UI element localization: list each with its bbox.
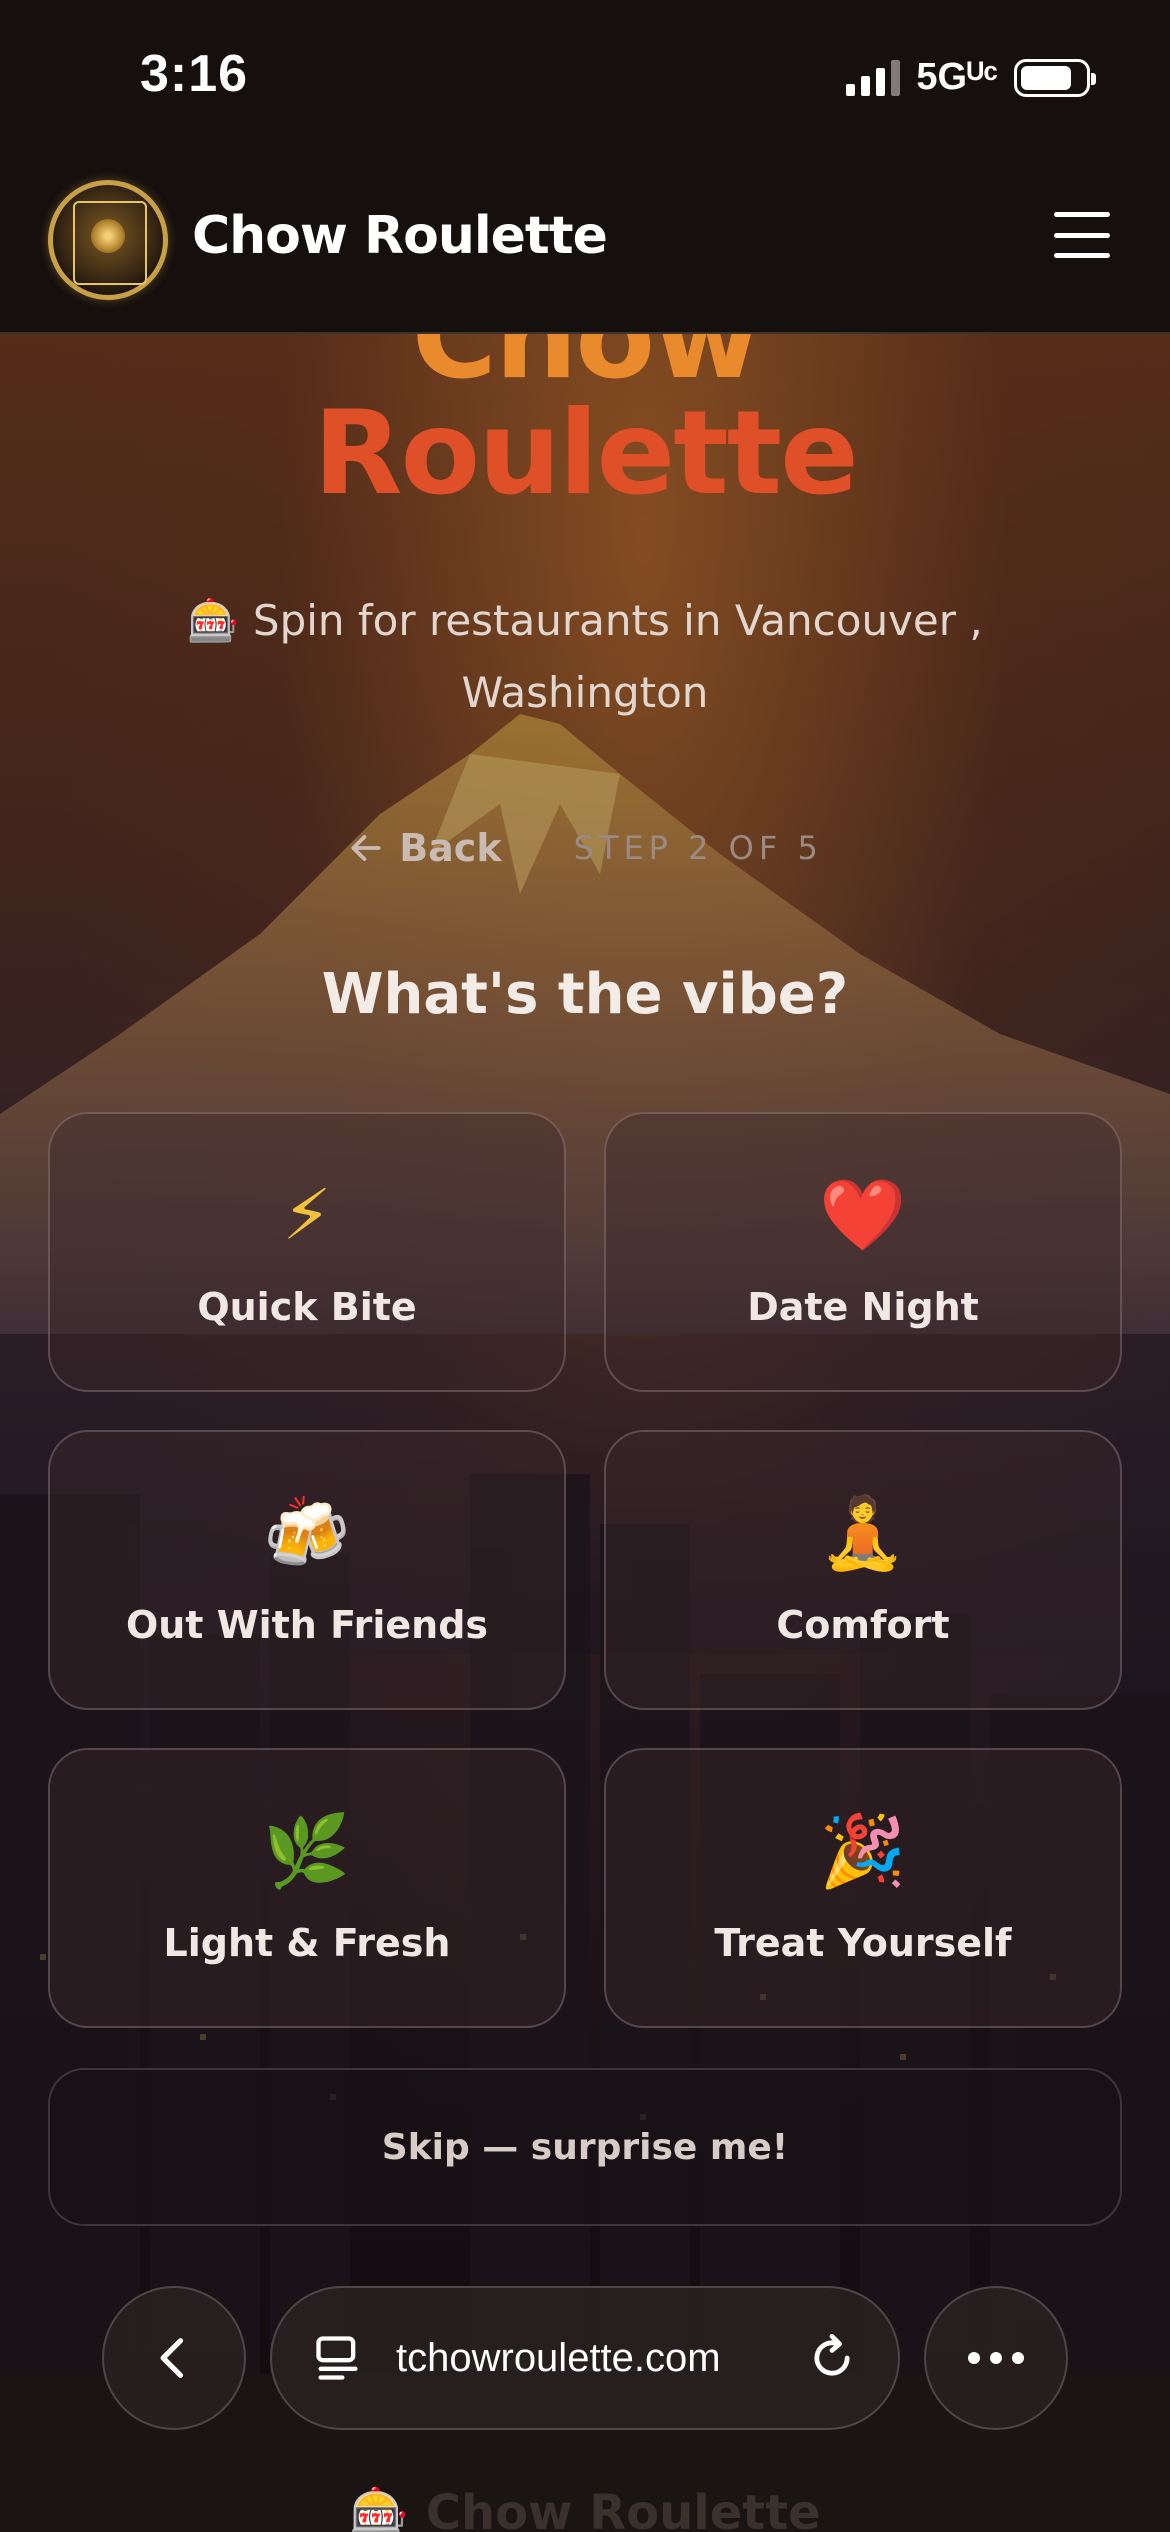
reload-icon[interactable] [806, 2332, 858, 2384]
skip-button[interactable]: Skip — surprise me! [48, 2068, 1122, 2226]
meditation-icon: 🧘 [819, 1492, 907, 1574]
status-time: 3:16 [140, 45, 249, 103]
option-comfort[interactable]: 🧘 Comfort [604, 1430, 1122, 1710]
chevron-left-icon [160, 2338, 184, 2378]
battery-icon [1014, 58, 1096, 97]
location-subtitle: 🎰 Spin for restaurants in Vancouver , Wa… [187, 596, 983, 717]
option-label: Out With Friends [125, 1603, 489, 1647]
app-logo[interactable] [48, 180, 168, 300]
option-label: Treat Yourself [714, 1921, 1012, 1965]
menu-icon[interactable] [1054, 212, 1110, 258]
lightning-icon: ⚡ [282, 1174, 332, 1256]
url-text[interactable]: tchowroulette.com [396, 2336, 774, 2381]
step-indicator: STEP 2 OF 5 [573, 829, 823, 867]
status-indicators: 5Gᵁᶜ [846, 56, 1096, 99]
option-treat-yourself[interactable]: 🎉 Treat Yourself [604, 1748, 1122, 2028]
back-label: Back [399, 826, 502, 870]
footer-brand: 🎰 Chow Roulette [349, 2485, 821, 2532]
brand-name[interactable]: Chow Roulette [192, 206, 608, 266]
option-label: Quick Bite [197, 1285, 417, 1329]
vibe-options: ⚡ Quick Bite ❤️ Date Night 🍻 Out With Fr… [48, 1112, 1122, 2028]
more-button[interactable] [924, 2286, 1068, 2430]
heart-icon: ❤️ [819, 1174, 907, 1256]
back-button[interactable]: Back [347, 826, 502, 870]
status-bar: 3:16 5Gᵁᶜ [0, 0, 1170, 150]
option-light-fresh[interactable]: 🌿 Light & Fresh [48, 1748, 566, 2028]
option-label: Comfort [776, 1603, 950, 1647]
back-arrow-icon [351, 835, 381, 861]
signal-icon [846, 59, 901, 96]
browser-back-button[interactable] [102, 2286, 246, 2430]
question-heading: What's the vibe? [321, 962, 849, 1027]
more-icon [968, 2352, 1024, 2364]
party-popper-icon: 🎉 [819, 1810, 907, 1892]
option-quick-bite[interactable]: ⚡ Quick Bite [48, 1112, 566, 1392]
option-out-with-friends[interactable]: 🍻 Out With Friends [48, 1430, 566, 1710]
address-bar[interactable]: tchowroulette.com [270, 2286, 900, 2430]
network-label: 5Gᵁᶜ [916, 56, 998, 98]
beer-mugs-icon: 🍻 [263, 1492, 351, 1574]
herb-icon: 🌿 [263, 1810, 351, 1892]
wizard-nav: Back STEP 2 OF 5 [0, 826, 1170, 870]
app-header: Chow Roulette [0, 150, 1170, 334]
option-label: Date Night [747, 1285, 979, 1329]
hero-title-line2: Roulette [313, 386, 859, 521]
option-label: Light & Fresh [163, 1921, 451, 1965]
tabs-icon[interactable] [312, 2332, 364, 2384]
option-date-night[interactable]: ❤️ Date Night [604, 1112, 1122, 1392]
